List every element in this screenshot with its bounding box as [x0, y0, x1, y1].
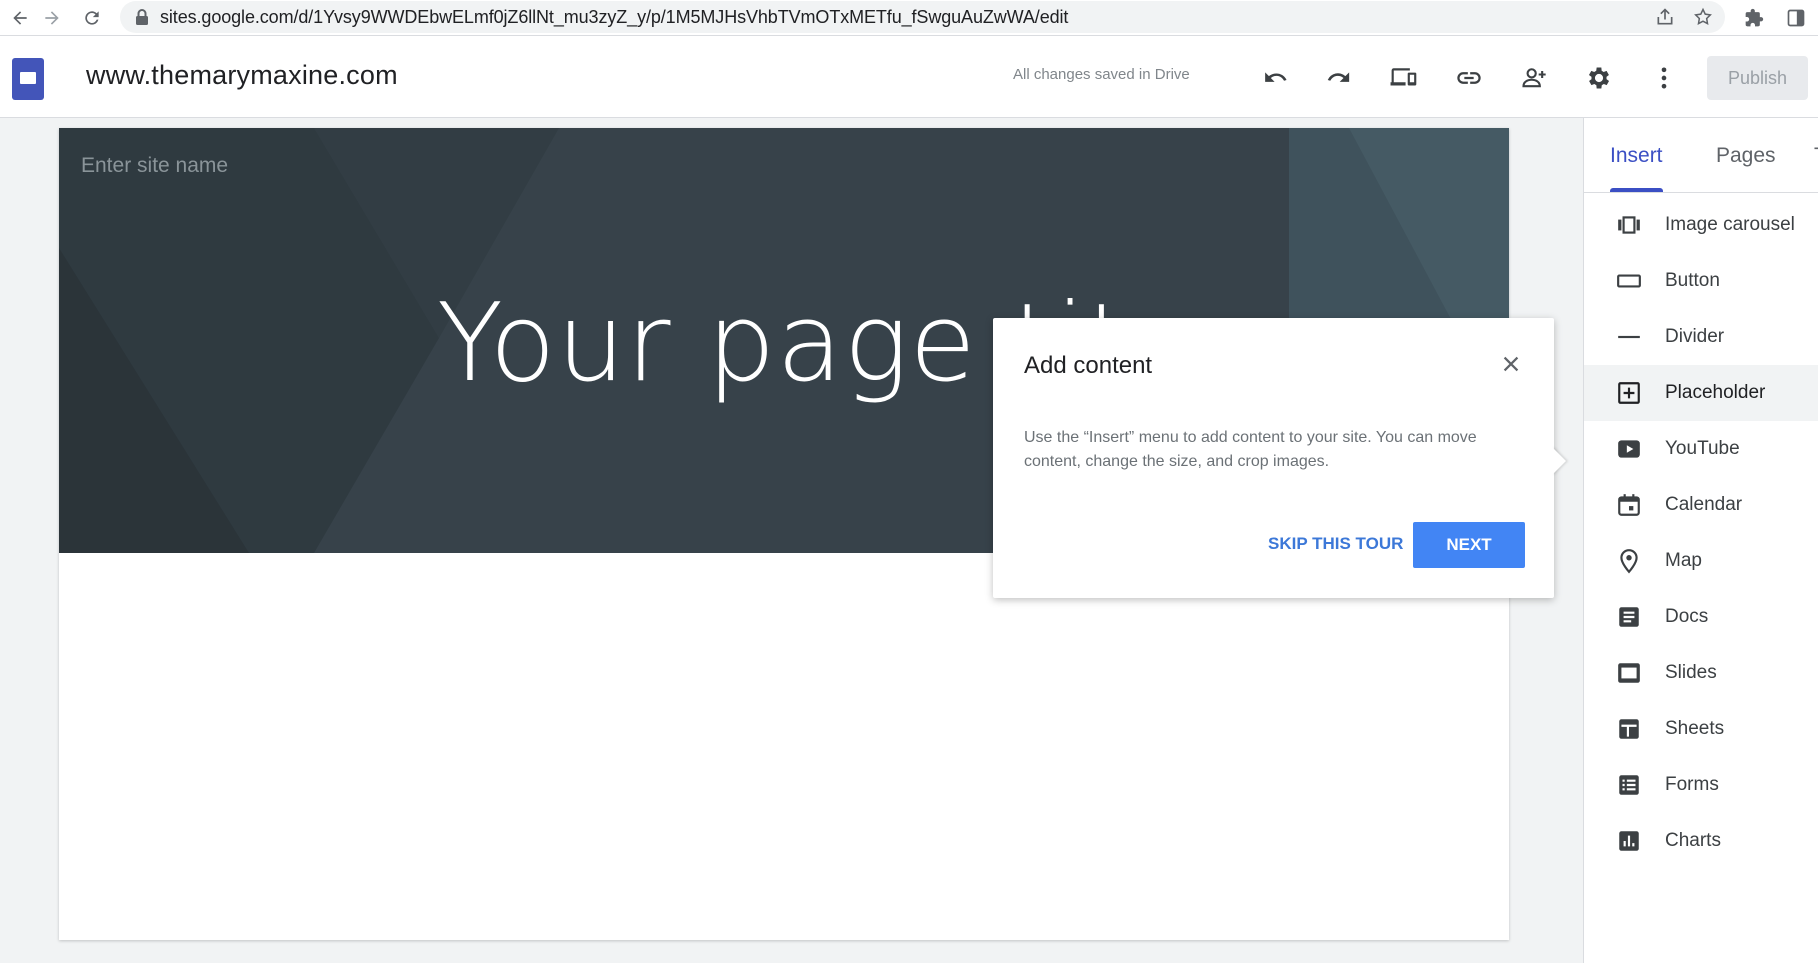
publish-button[interactable]: Publish	[1707, 56, 1808, 100]
map-pin-icon	[1616, 548, 1642, 574]
forward-arrow-icon[interactable]	[32, 0, 72, 36]
preview-devices-icon[interactable]	[1388, 62, 1420, 94]
dialog-pointer-arrow	[1552, 447, 1566, 475]
tab-insert[interactable]: Insert	[1610, 144, 1663, 168]
divider-icon	[1616, 324, 1642, 350]
sheets-icon	[1616, 716, 1642, 742]
youtube-icon	[1616, 436, 1642, 462]
insert-forms[interactable]: Forms	[1584, 757, 1818, 813]
undo-icon[interactable]	[1260, 62, 1292, 94]
add-box-icon	[1616, 380, 1642, 406]
close-icon[interactable]	[1495, 348, 1527, 380]
more-vert-icon[interactable]	[1648, 62, 1680, 94]
address-bar[interactable]: sites.google.com/d/1Yvsy9WWDEbwELmf0jZ6l…	[120, 1, 1725, 33]
link-icon[interactable]	[1453, 62, 1485, 94]
insert-calendar[interactable]: Calendar	[1584, 477, 1818, 533]
dialog-title: Add content	[1024, 352, 1153, 379]
skip-tour-button[interactable]: SKIP THIS TOUR	[1260, 522, 1411, 566]
calendar-icon	[1616, 492, 1642, 518]
slides-icon	[1616, 660, 1642, 686]
site-title[interactable]: www.themarymaxine.com	[86, 60, 398, 91]
insert-divider[interactable]: Divider	[1584, 309, 1818, 365]
active-tab-indicator	[1610, 188, 1663, 192]
redo-icon[interactable]	[1323, 62, 1355, 94]
insert-placeholder[interactable]: Placeholder	[1584, 365, 1818, 421]
button-icon	[1616, 268, 1642, 294]
insert-image-carousel[interactable]: Image carousel	[1584, 197, 1818, 253]
insert-map[interactable]: Map	[1584, 533, 1818, 589]
charts-icon	[1616, 828, 1642, 854]
next-button[interactable]: NEXT	[1413, 522, 1525, 568]
browser-toolbar: sites.google.com/d/1Yvsy9WWDEbwELmf0jZ6l…	[0, 0, 1818, 36]
docs-icon	[1616, 604, 1642, 630]
insert-charts[interactable]: Charts	[1584, 813, 1818, 869]
sidebar-icon[interactable]	[1782, 4, 1810, 32]
insert-button[interactable]: Button	[1584, 253, 1818, 309]
carousel-icon	[1616, 212, 1642, 238]
lock-icon	[134, 8, 150, 26]
insert-docs[interactable]: Docs	[1584, 589, 1818, 645]
url-text: sites.google.com/d/1Yvsy9WWDEbwELmf0jZ6l…	[160, 6, 1069, 27]
insert-panel: Insert Pages T Image carousel Button Div…	[1583, 118, 1818, 963]
site-name-input[interactable]: Enter site name	[81, 154, 228, 178]
gear-icon[interactable]	[1583, 62, 1615, 94]
reload-icon[interactable]	[72, 0, 112, 36]
save-status: All changes saved in Drive	[1013, 66, 1190, 83]
panel-tabs: Insert Pages T	[1584, 118, 1818, 193]
google-sites-logo-icon[interactable]	[12, 58, 44, 100]
extensions-icon[interactable]	[1740, 4, 1768, 32]
tab-pages[interactable]: Pages	[1716, 144, 1776, 168]
insert-sheets[interactable]: Sheets	[1584, 701, 1818, 757]
dialog-body: Use the “Insert” menu to add content to …	[1024, 429, 1477, 470]
add-person-icon[interactable]	[1518, 62, 1550, 94]
insert-slides[interactable]: Slides	[1584, 645, 1818, 701]
tab-themes-clipped[interactable]: T	[1814, 144, 1818, 168]
app-header: www.themarymaxine.com All changes saved …	[0, 36, 1818, 118]
star-icon[interactable]	[1691, 5, 1715, 29]
share-icon[interactable]	[1653, 5, 1677, 29]
forms-icon	[1616, 772, 1642, 798]
insert-youtube[interactable]: YouTube	[1584, 421, 1818, 477]
